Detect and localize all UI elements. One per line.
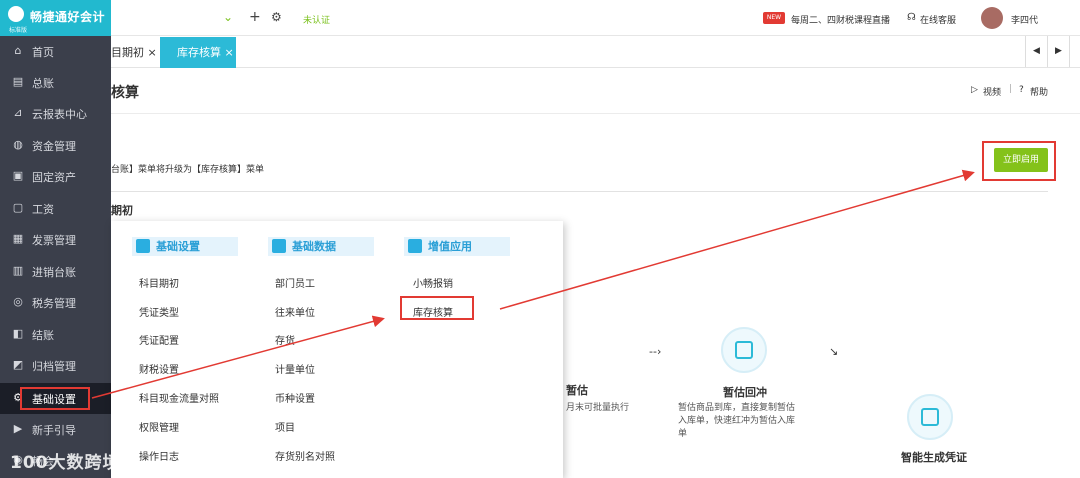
arrow-to-inventory: [91, 315, 385, 399]
annotation-arrows: [91, 169, 975, 399]
arrow-to-enable: [499, 169, 975, 310]
watermark: 100大数跨境: [10, 453, 121, 473]
